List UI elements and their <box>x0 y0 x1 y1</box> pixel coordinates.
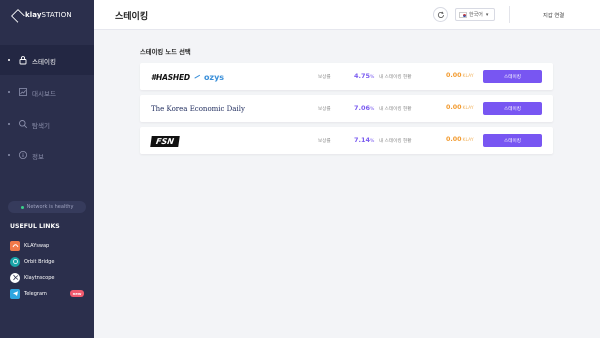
orbit-bridge-icon <box>10 256 20 267</box>
node-logo: FSN <box>150 135 180 147</box>
chevron-down-icon: ▾ <box>485 11 489 18</box>
info-icon <box>19 151 27 159</box>
sidebar-item-label: 탐색기 <box>32 122 50 130</box>
korea-flag-icon <box>459 11 467 18</box>
sidebar-item-label: 스테이킹 <box>32 58 56 66</box>
my-staking-amount: 0.00 <box>446 136 462 143</box>
klaytnscope-icon <box>10 272 20 283</box>
header: 스테이킹 한국어 ▾ 지갑 연결 <box>94 0 600 30</box>
my-staking-unit: KLAY <box>462 106 474 111</box>
connect-wallet-link[interactable]: 지갑 연결 <box>543 11 564 19</box>
my-staking-amount: 0.00 <box>446 104 462 111</box>
link-orbit-bridge[interactable]: Orbit Bridge <box>10 256 54 267</box>
reward-rate-number: 7.14 <box>354 136 371 144</box>
reward-rate-number: 7.06 <box>354 104 371 112</box>
link-label: KLAYswap <box>24 242 50 249</box>
logo-text-light: STATION <box>41 11 72 19</box>
klayswap-icon <box>10 240 20 251</box>
logo-text-bold: klay <box>25 11 42 19</box>
sidebar-item-dashboard[interactable]: 대시보드 <box>0 77 94 107</box>
link-klaytnscope[interactable]: Klaytnscope <box>10 272 54 283</box>
hashed-logo: #HASHED <box>151 72 190 82</box>
link-label: Orbit Bridge <box>24 258 55 265</box>
klay-logo-icon <box>12 10 22 20</box>
lock-icon <box>19 56 27 65</box>
bullet-icon <box>8 59 10 61</box>
my-staking-amount: 0.00 <box>446 72 462 79</box>
sidebar-item-label: 정보 <box>32 153 44 161</box>
korea-economic-daily-logo: The Korea Economic Daily <box>151 105 245 113</box>
network-status-text: Network is healthy <box>26 204 74 210</box>
my-staking-label: 내 스테이킹 현황 <box>379 139 412 144</box>
useful-links-title: USEFUL LINKS <box>10 223 60 230</box>
reward-rate-number: 4.75 <box>354 72 371 80</box>
network-status-badge: Network is healthy <box>8 201 86 213</box>
klaystation-logo[interactable]: klaySTATION <box>12 10 72 20</box>
reward-rate-label: 보상률 <box>318 107 331 112</box>
my-staking-unit: KLAY <box>462 138 474 143</box>
ozys-logo-text: ozys <box>203 72 225 82</box>
ozys-mark-icon <box>195 74 202 81</box>
node-logo: #HASHED ozys <box>151 71 224 83</box>
stake-button[interactable]: 스테이킹 <box>483 134 542 147</box>
bullet-icon <box>8 154 10 156</box>
sidebar-item-explorer[interactable]: 탐색기 <box>0 109 94 139</box>
node-logo: The Korea Economic Daily <box>151 103 245 115</box>
sidebar-item-label: 대시보드 <box>32 90 56 98</box>
stake-button[interactable]: 스테이킹 <box>483 102 542 115</box>
link-label: Telegram <box>24 290 47 297</box>
bullet-icon <box>8 123 10 125</box>
section-title: 스테이킹 노드 선택 <box>140 49 191 56</box>
language-label: 한국어 <box>469 12 483 18</box>
my-staking-label: 내 스테이킹 현황 <box>379 107 412 112</box>
my-staking-value: 0.00KLAY <box>446 136 474 143</box>
node-card-fsn: FSN 보상률 7.14% 내 스테이킹 현황 0.00KLAY 스테이킹 <box>140 127 553 154</box>
reward-rate-unit: % <box>370 139 375 144</box>
sidebar-item-info[interactable]: 정보 <box>0 140 94 170</box>
node-card-korea-economic-daily: The Korea Economic Daily 보상률 7.06% 내 스테이… <box>140 95 553 122</box>
refresh-button[interactable] <box>433 7 448 22</box>
refresh-icon <box>437 11 444 18</box>
my-staking-unit: KLAY <box>462 74 474 79</box>
page-title: 스테이킹 <box>115 12 149 22</box>
link-label: Klaytnscope <box>24 274 55 281</box>
reward-rate-label: 보상률 <box>318 75 331 80</box>
fsn-logo: FSN <box>150 135 180 147</box>
stake-button[interactable]: 스테이킹 <box>483 70 542 83</box>
language-select[interactable]: 한국어 ▾ <box>455 8 495 21</box>
node-card-hashed-ozys: #HASHED ozys 보상률 4.75% 내 스테이킹 현황 0.00KLA… <box>140 63 553 90</box>
chart-icon <box>19 88 27 96</box>
status-dot-icon <box>20 205 24 209</box>
telegram-icon <box>10 288 20 299</box>
sidebar: klaySTATION 스테이킹 대시보드 탐색기 정보 Network is … <box>0 0 94 338</box>
link-klayswap[interactable]: KLAYswap <box>10 240 49 251</box>
reward-rate-value: 7.06% <box>354 104 374 112</box>
ozys-logo: ozys <box>195 73 224 82</box>
search-icon <box>19 120 28 129</box>
reward-rate-unit: % <box>370 107 375 112</box>
reward-rate-value: 7.14% <box>354 136 374 144</box>
my-staking-value: 0.00KLAY <box>446 104 474 111</box>
bullet-icon <box>8 91 10 93</box>
reward-rate-unit: % <box>370 75 375 80</box>
reward-rate-label: 보상률 <box>318 139 331 144</box>
my-staking-value: 0.00KLAY <box>446 72 474 79</box>
new-badge: new <box>70 290 84 297</box>
link-telegram[interactable]: Telegram <box>10 288 47 299</box>
header-divider <box>509 6 510 23</box>
sidebar-item-staking[interactable]: 스테이킹 <box>0 45 94 75</box>
reward-rate-value: 4.75% <box>354 72 374 80</box>
my-staking-label: 내 스테이킹 현황 <box>379 75 412 80</box>
